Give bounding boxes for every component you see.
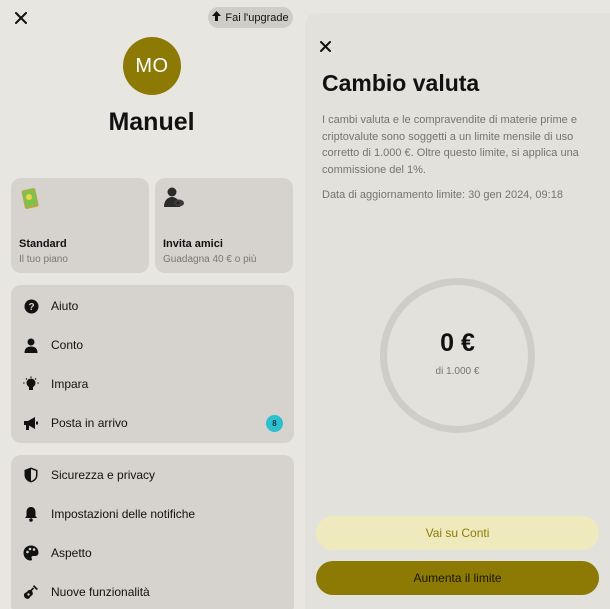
increase-limit-label: Aumenta il limite	[413, 571, 502, 585]
menu-item-impara[interactable]: Impara	[11, 365, 294, 403]
invite-friends-icon	[163, 186, 187, 210]
person-icon	[23, 337, 39, 353]
svg-text:?: ?	[28, 302, 34, 313]
menu-item-label: Conto	[51, 338, 84, 352]
used-amount: 0 €	[440, 329, 475, 357]
avatar[interactable]: MO	[123, 37, 181, 95]
limit-update-date: Data di aggiornamento limite: 30 gen 202…	[322, 189, 563, 201]
menu-item-nuove-funzionalita[interactable]: Nuove funzionalità	[11, 573, 294, 609]
menu-item-aspetto[interactable]: Aspetto	[11, 534, 294, 572]
plan-card-subtitle: Il tuo piano	[19, 254, 68, 265]
menu-item-label: Impara	[51, 377, 89, 391]
menu-item-sicurezza[interactable]: Sicurezza e privacy	[11, 456, 294, 494]
currency-exchange-sheet: Cambio valuta I cambi valuta e le compra…	[305, 13, 610, 609]
menu-item-posta[interactable]: Posta in arrivo 8	[11, 404, 294, 442]
help-icon: ?	[23, 298, 39, 314]
menu-item-label: Posta in arrivo	[51, 416, 128, 430]
upgrade-label: Fai l'upgrade	[225, 11, 289, 24]
palette-icon	[23, 545, 39, 561]
profile-panel: Fai l'upgrade MO Manuel Standard Il tuo …	[0, 0, 303, 609]
go-to-accounts-label: Vai su Conti	[425, 526, 490, 540]
menu-item-label: Impostazioni delle notifiche	[51, 507, 196, 521]
amount-limit: di 1.000 €	[435, 366, 480, 377]
menu-item-label: Aiuto	[51, 299, 79, 313]
guitar-icon	[23, 584, 39, 600]
go-to-accounts-button[interactable]: Vai su Conti	[316, 516, 599, 550]
bell-icon	[23, 506, 39, 522]
menu-item-notifiche[interactable]: Impostazioni delle notifiche	[11, 495, 294, 533]
user-name: Manuel	[108, 108, 195, 136]
plan-card[interactable]: Standard Il tuo piano	[11, 178, 149, 273]
lightbulb-icon	[23, 376, 39, 392]
menu-item-label: Nuove funzionalità	[51, 585, 150, 599]
menu-item-aiuto[interactable]: ? Aiuto	[11, 287, 294, 325]
menu-item-label: Sicurezza e privacy	[51, 468, 156, 482]
megaphone-icon	[23, 415, 39, 431]
close-icon[interactable]	[12, 9, 30, 27]
arrow-up-icon	[212, 11, 222, 24]
menu-group-settings: Sicurezza e privacy Impostazioni delle n…	[11, 455, 294, 609]
notification-badge: 8	[266, 414, 283, 432]
menu-group-primary: ? Aiuto Conto Impara Posta in arrivo 8	[11, 285, 294, 443]
sheet-description: I cambi valuta e le compravendite di mat…	[322, 114, 579, 176]
invite-card-title: Invita amici	[163, 238, 223, 250]
plan-card-title: Standard	[19, 238, 67, 250]
menu-item-label: Aspetto	[51, 546, 92, 560]
upgrade-button[interactable]: Fai l'upgrade	[208, 7, 293, 28]
invite-card-subtitle: Guadagna 40 € o più	[163, 254, 257, 265]
avatar-initials: MO	[135, 54, 169, 77]
close-icon[interactable]	[317, 38, 333, 54]
menu-item-conto[interactable]: Conto	[11, 326, 294, 364]
increase-limit-button[interactable]: Aumenta il limite	[316, 561, 599, 595]
shield-icon	[23, 467, 39, 483]
card-plan-icon	[19, 186, 43, 210]
sheet-title: Cambio valuta	[322, 70, 480, 96]
invite-card[interactable]: Invita amici Guadagna 40 € o più	[155, 178, 293, 273]
